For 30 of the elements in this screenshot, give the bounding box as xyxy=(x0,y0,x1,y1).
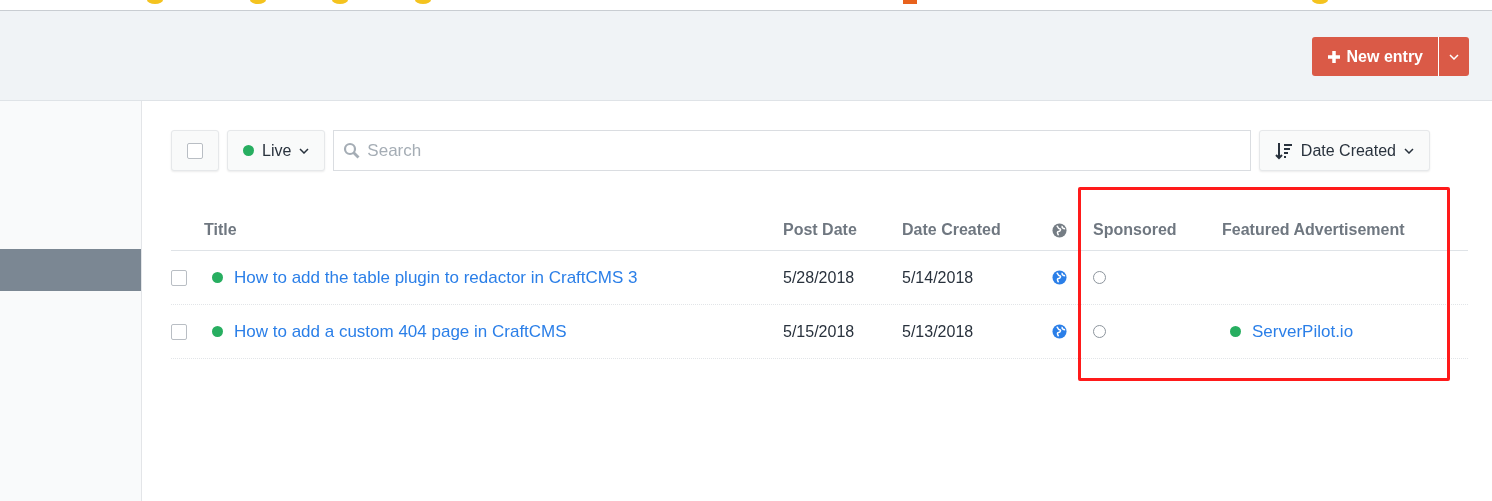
new-entry-menu-button[interactable] xyxy=(1438,37,1469,76)
select-all-button[interactable] xyxy=(171,130,219,171)
column-header[interactable]: Title xyxy=(204,221,237,239)
status-filter-button[interactable]: Live xyxy=(227,130,326,171)
row-checkbox[interactable] xyxy=(171,269,187,286)
table-cell: 5/15/2018 xyxy=(783,322,855,341)
advertisement-link[interactable]: ServerPilot.io xyxy=(1252,321,1354,342)
globe-icon xyxy=(1052,270,1067,285)
row-checkbox[interactable] xyxy=(171,323,187,340)
column-header[interactable]: Date Created xyxy=(902,221,1001,239)
table-cell: 5/28/2018 xyxy=(783,268,855,287)
globe-icon xyxy=(1052,222,1067,238)
table-cell: 5/13/2018 xyxy=(902,322,974,341)
new-entry-button[interactable]: New entry xyxy=(1311,37,1438,76)
table-cell: 5/14/2018 xyxy=(902,268,974,287)
sidebar-item[interactable] xyxy=(0,249,141,291)
globe-icon xyxy=(1052,324,1067,339)
search-field[interactable]: Search xyxy=(333,130,1251,171)
chevron-down-icon xyxy=(1404,147,1414,154)
plus-icon xyxy=(1326,49,1341,64)
sort-icon xyxy=(1274,141,1293,160)
column-header[interactable]: Featured Advertisement xyxy=(1222,221,1405,239)
entry-title-link[interactable]: How to add a custom 404 page in CraftCMS xyxy=(234,321,567,342)
checkbox[interactable] xyxy=(187,142,203,159)
column-header[interactable]: Sponsored xyxy=(1093,221,1177,239)
column-header[interactable]: Post Date xyxy=(783,221,857,239)
chevron-down-icon xyxy=(1449,53,1459,60)
entry-title-link[interactable]: How to add the table plugin to redactor in CraftCMS 3 xyxy=(234,267,638,288)
sort-button[interactable]: Date Created xyxy=(1258,130,1430,171)
chevron-down-icon xyxy=(299,147,310,154)
